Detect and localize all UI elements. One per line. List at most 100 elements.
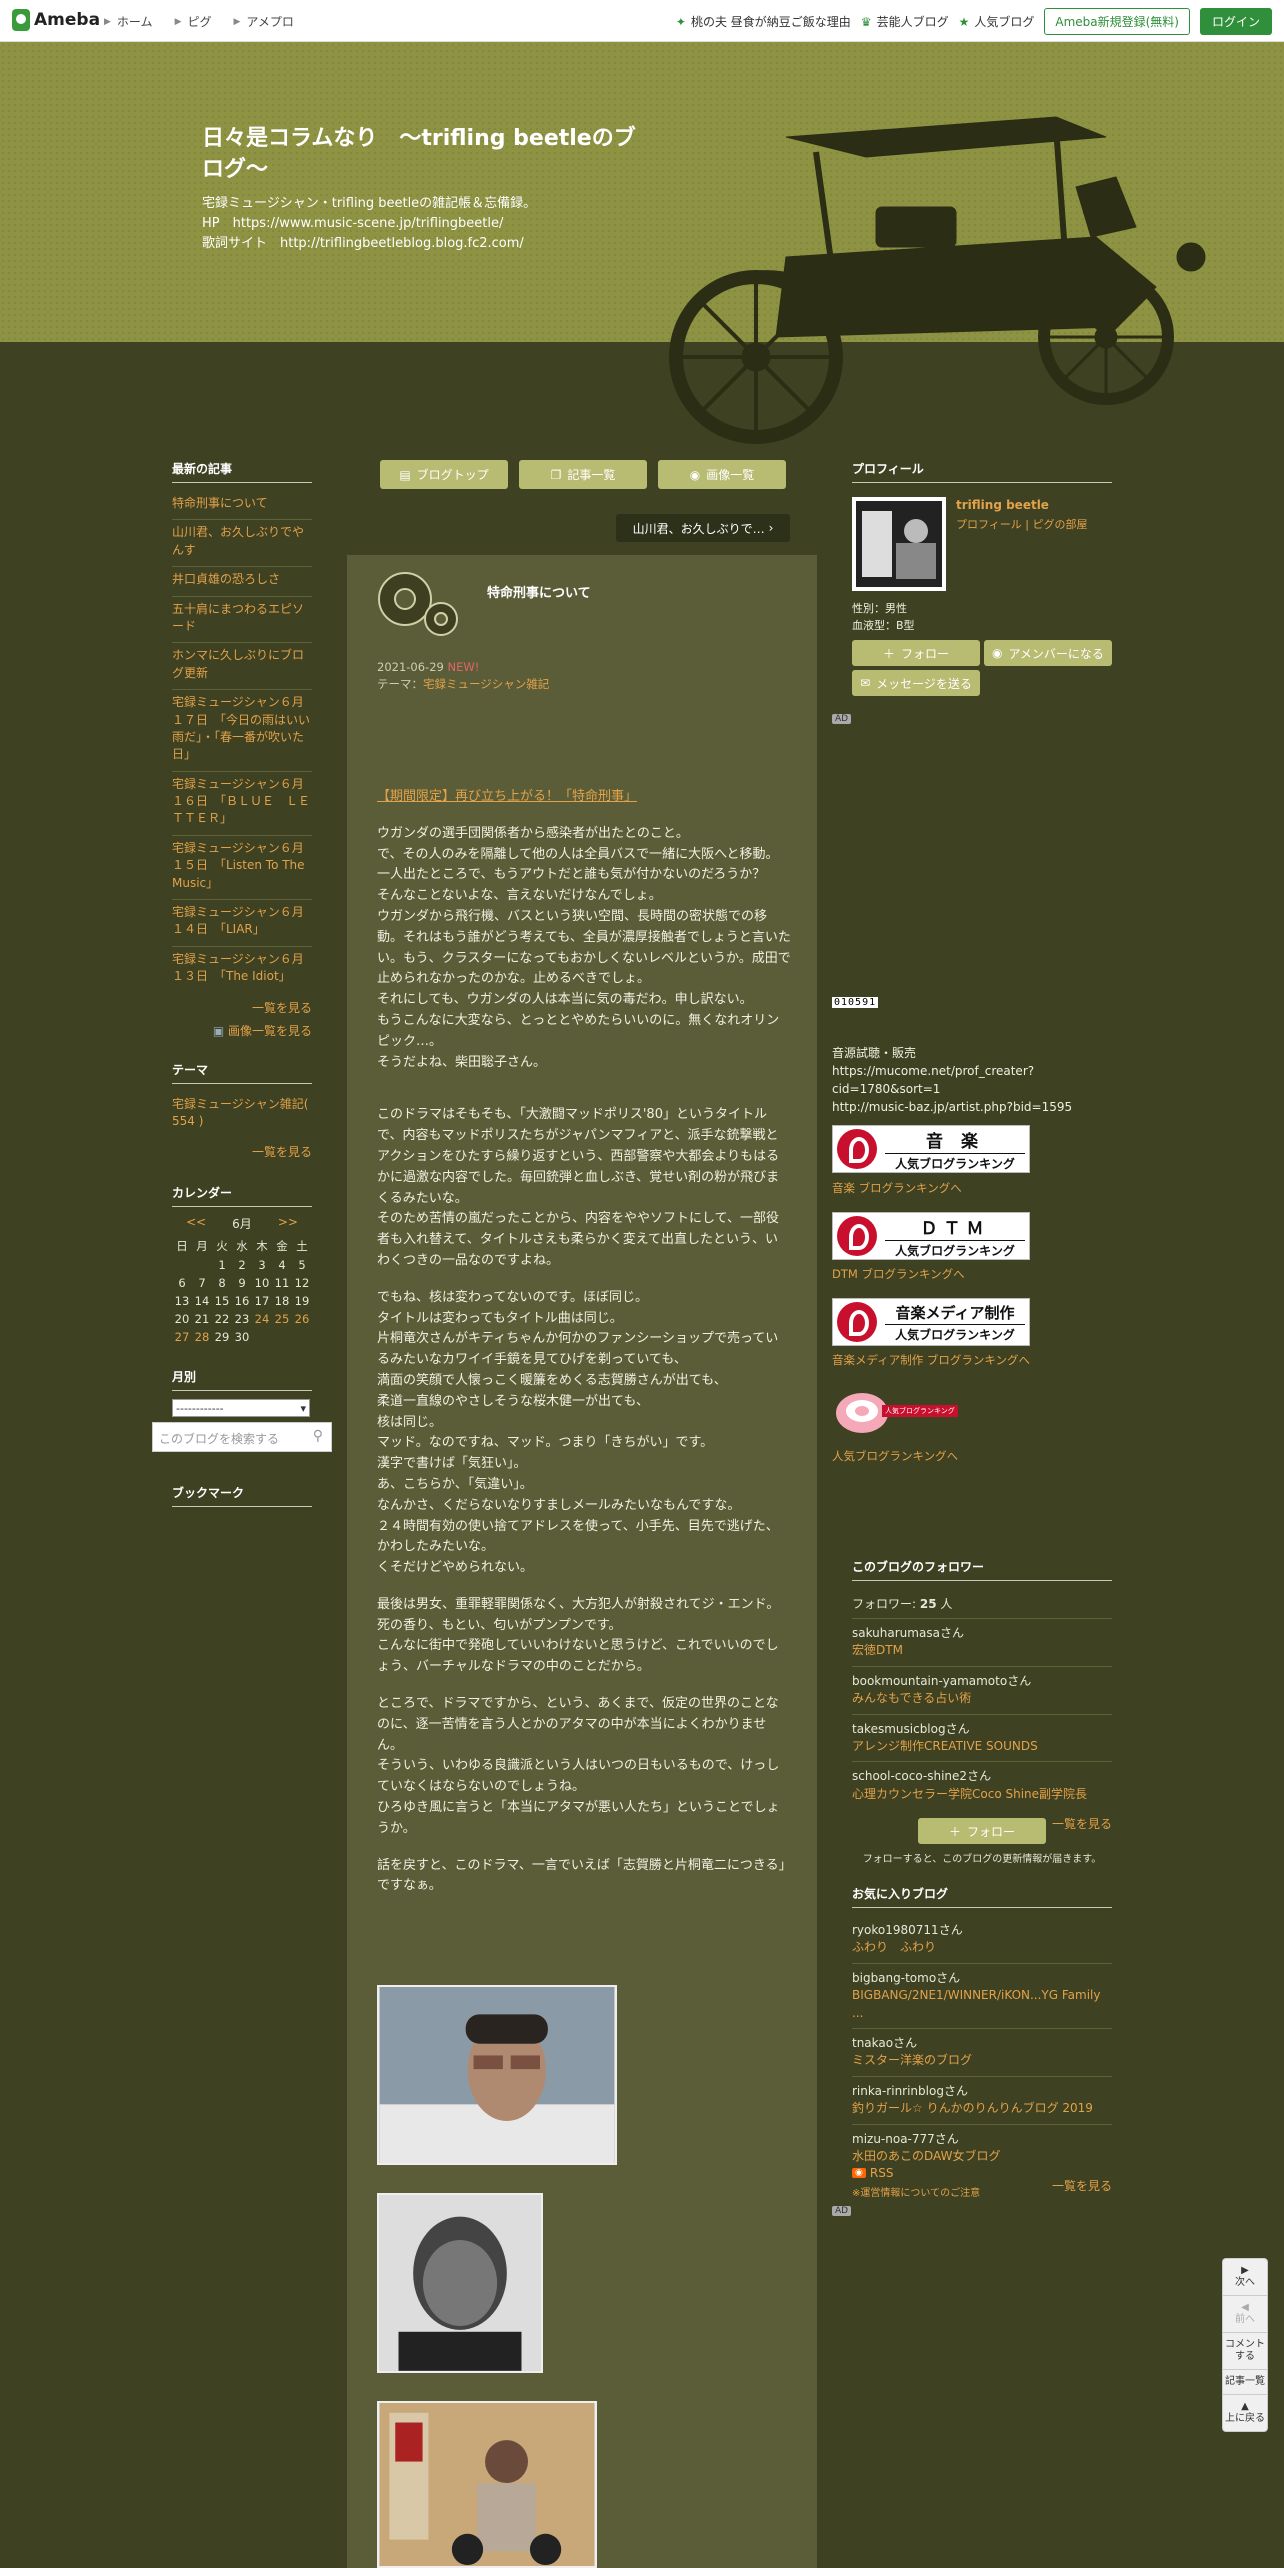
back-to-top-button[interactable]: ▲ 上に戻る	[1223, 2395, 1267, 2431]
ad-label: AD	[832, 714, 852, 724]
article: 特命刑事について 2021-06-29 NEW! テーマ：宅録ミュージシャン雑記…	[347, 555, 817, 2568]
prev-article-button[interactable]: 山川君、お久しぶりで… ›	[616, 514, 790, 542]
music-ranking-banner[interactable]: 音 楽人気ブログランキング	[832, 1125, 1030, 1173]
favorite-item[interactable]: mizu-noa-777さん 水田のあこのDAW女ブログ	[852, 2125, 1112, 2172]
search-icon[interactable]: ⚲	[313, 1428, 323, 1444]
recent-article-link[interactable]: 井口貞雄の恐ろしさ	[172, 567, 312, 597]
recent-article-link[interactable]: 宅録ミュージシャン６月１６日 「ＢＬＵＥ ＬＥＴＴＥＲ」	[172, 772, 312, 836]
play-icon: ▶	[1241, 2265, 1249, 2276]
register-button[interactable]: Ameba新規登録(無料)	[1044, 8, 1190, 35]
calendar-week: 20 21 22 23 24 25 26	[174, 1312, 310, 1327]
dtm-ranking-link[interactable]: DTM ブログランキングへ	[832, 1266, 965, 1282]
image-list-link[interactable]: ▣ 画像一覧を見る	[172, 1022, 312, 1039]
article-title[interactable]: 特命刑事について	[487, 582, 591, 601]
recent-article-link[interactable]: 宅録ミュージシャン６月１５日 「Listen To The Music」	[172, 836, 312, 901]
article-list-button[interactable]: 記事一覧	[1223, 2370, 1267, 2395]
promo-link[interactable]: 【期間限定】再び立ち上がる！「特命刑事」	[377, 789, 637, 804]
profile-avatar[interactable]	[852, 497, 946, 591]
rss-icon: ◉	[852, 2168, 866, 2178]
nav-amepro[interactable]: ▶ アメプロ	[234, 13, 294, 30]
followers-heading: このブログのフォロワー	[852, 1558, 1112, 1581]
follower-item[interactable]: school-coco-shine2さん 心理カウンセラー学院Coco Shine…	[852, 1762, 1112, 1809]
follower-item[interactable]: takesmusicblogさん アレンジ制作CREATIVE SOUNDS	[852, 1715, 1112, 1763]
tab-image-list[interactable]: ◉ 画像一覧	[658, 460, 786, 489]
profile-link[interactable]: プロフィール	[956, 518, 1022, 531]
recent-article-link[interactable]: 山川君、お久しぶりでやんす	[172, 520, 312, 568]
media-ranking-link[interactable]: 音楽メディア制作 ブログランキングへ	[832, 1352, 1030, 1368]
follower-item[interactable]: sakuharumasaさん 宏徳DTM	[852, 1619, 1112, 1667]
crown-icon: ♛	[860, 14, 872, 29]
follower-item[interactable]: bookmountain-yamamotoさん みんなもできる占い術	[852, 1667, 1112, 1715]
paragraph: ウガンダの選手団関係者から感染者が出たとのこと。 で、その人のみを隔離して他の人…	[377, 825, 791, 1070]
recent-article-link[interactable]: 五十肩にまつわるエピソード	[172, 597, 312, 644]
tab-blog-top[interactable]: ▤ ブログトップ	[380, 460, 508, 489]
blog-title[interactable]: 日々是コラムなり ～trifling beetleのブログ～	[202, 124, 642, 186]
article-meta: 2021-06-29 NEW! テーマ：宅録ミュージシャン雑記	[377, 660, 550, 692]
followers-count: フォロワー: 25 人	[852, 1589, 1112, 1619]
dtm-ranking-banner[interactable]: ＤＴＭ 人気ブログランキング	[832, 1212, 1030, 1260]
article-body: 【期間限定】再び立ち上がる！「特命刑事」 ウガンダの選手団関係者から感染者が出た…	[377, 787, 791, 1897]
blog-search-input[interactable]: このブログを検索する ⚲	[152, 1422, 332, 1452]
favorite-item[interactable]: ryoko1980711さん ふわり ふわり	[852, 1916, 1112, 1964]
plus-icon: ＋	[948, 1824, 961, 1839]
ad-label-2: AD	[832, 2206, 852, 2216]
recent-more-link[interactable]: 一覧を見る	[172, 999, 312, 1016]
theme-more-link[interactable]: 一覧を見る	[172, 1143, 312, 1160]
recent-article-link[interactable]: ホンマに久しぶりにブログ更新	[172, 643, 312, 691]
vintage-car-illustration	[669, 116, 1206, 444]
camera-icon: ◉	[689, 467, 701, 482]
pigg-room-link[interactable]: ピグの部屋	[1033, 518, 1088, 531]
recent-article-link[interactable]: 宅録ミュージシャン６月１７日 「今日の雨はいい雨だ」・「春一番が吹いた日」	[172, 690, 312, 772]
favorite-item[interactable]: bigbang-tomoさん BIGBANG/2NE1/WINNER/iKON..…	[852, 1964, 1112, 2029]
blog-tabs: ▤ ブログトップ ❐ 記事一覧 ◉ 画像一覧	[380, 460, 786, 489]
plus-icon: ＋	[882, 646, 895, 661]
actor-photo-1[interactable]	[377, 1985, 617, 2165]
nav-home[interactable]: ▶ ホーム	[104, 13, 153, 30]
favorite-item[interactable]: rinka-rinrinblogさん 釣りガール☆ りんかのりんりんブログ 201…	[852, 2077, 1112, 2125]
calendar-week: 13 14 15 16 17 18 19	[174, 1294, 310, 1309]
recent-article-link[interactable]: 宅録ミュージシャン６月１３日 「The Idiot」	[172, 947, 312, 993]
rss-link[interactable]: ◉ RSS	[852, 2166, 893, 2180]
media-ranking-banner[interactable]: 音楽メディア制作 人気ブログランキング	[832, 1298, 1030, 1346]
member-button[interactable]: ◉ アメンバーになる	[984, 640, 1112, 666]
bookmark-heading: ブックマーク	[172, 1484, 312, 1507]
recent-article-link[interactable]: 特命刑事について	[172, 491, 312, 521]
trending-link[interactable]: ✦ 桃の夫 昼食が納豆ご飯な理由	[676, 13, 851, 30]
theme-heading: テーマ	[172, 1061, 312, 1084]
monthly-heading: 月別	[172, 1368, 312, 1392]
favorites-section: お気に入りブログ ryoko1980711さん ふわり ふわり bigbang-t…	[852, 1885, 1112, 2196]
celebrity-blog-link[interactable]: ♛ 芸能人ブログ	[861, 13, 949, 30]
login-button[interactable]: ログイン	[1199, 8, 1272, 35]
gears-icon	[378, 572, 458, 636]
popular-ranking-link[interactable]: 人気ブログランキングへ	[832, 1448, 958, 1464]
chevron-right-icon: ▶	[104, 16, 111, 27]
popular-blog-link[interactable]: ★ 人気ブログ	[959, 13, 1035, 30]
rss-note[interactable]: ※運営情報についてのご注意	[852, 2184, 980, 2199]
actor-photo-3[interactable]	[377, 2401, 597, 2568]
recent-article-link[interactable]: 宅録ミュージシャン６月１４日 「LIAR」	[172, 900, 312, 947]
ameba-logo[interactable]: Ameba	[12, 9, 100, 31]
calendar-next[interactable]: >>	[278, 1215, 298, 1232]
nav-pigg[interactable]: ▶ ピグ	[175, 13, 212, 30]
paragraph: このドラマはそもそも、「大激闘マッドポリス'80」というタイトルで、内容もマッド…	[377, 1107, 780, 1268]
ranking-logo-icon	[837, 1216, 877, 1256]
comment-button[interactable]: コメントする	[1223, 2333, 1267, 2370]
theme-link[interactable]: 宅録ミュージシャン雑記( 554 )	[172, 1092, 312, 1138]
ranking-badge[interactable]: 人気ブログランキング	[832, 1385, 962, 1435]
actor-photo-2[interactable]	[377, 2193, 543, 2373]
monthly-select[interactable]: ------------ ▾	[172, 1399, 310, 1418]
article-theme-link[interactable]: 宅録ミュージシャン雑記	[423, 677, 549, 691]
follow-button[interactable]: ＋フォロー	[852, 640, 980, 666]
prev-button[interactable]: ◀ 前へ	[1223, 2296, 1267, 2333]
calendar-month: 6月	[232, 1217, 252, 1232]
music-ranking-link[interactable]: 音楽 ブログランキングへ	[832, 1180, 962, 1196]
favorites-heading: お気に入りブログ	[852, 1885, 1112, 1908]
follow-button-2[interactable]: ＋フォロー	[918, 1818, 1046, 1844]
message-button[interactable]: ✉ メッセージを送る	[852, 670, 980, 696]
calendar-prev[interactable]: <<	[186, 1215, 206, 1232]
profile-name[interactable]: trifling beetle	[956, 498, 1049, 512]
next-button[interactable]: ▶ 次へ	[1223, 2259, 1267, 2296]
member-icon: ◉	[992, 646, 1003, 660]
tab-article-list[interactable]: ❐ 記事一覧	[519, 460, 647, 489]
favorite-item[interactable]: tnakaoさん ミスター洋楽のブログ	[852, 2029, 1112, 2077]
